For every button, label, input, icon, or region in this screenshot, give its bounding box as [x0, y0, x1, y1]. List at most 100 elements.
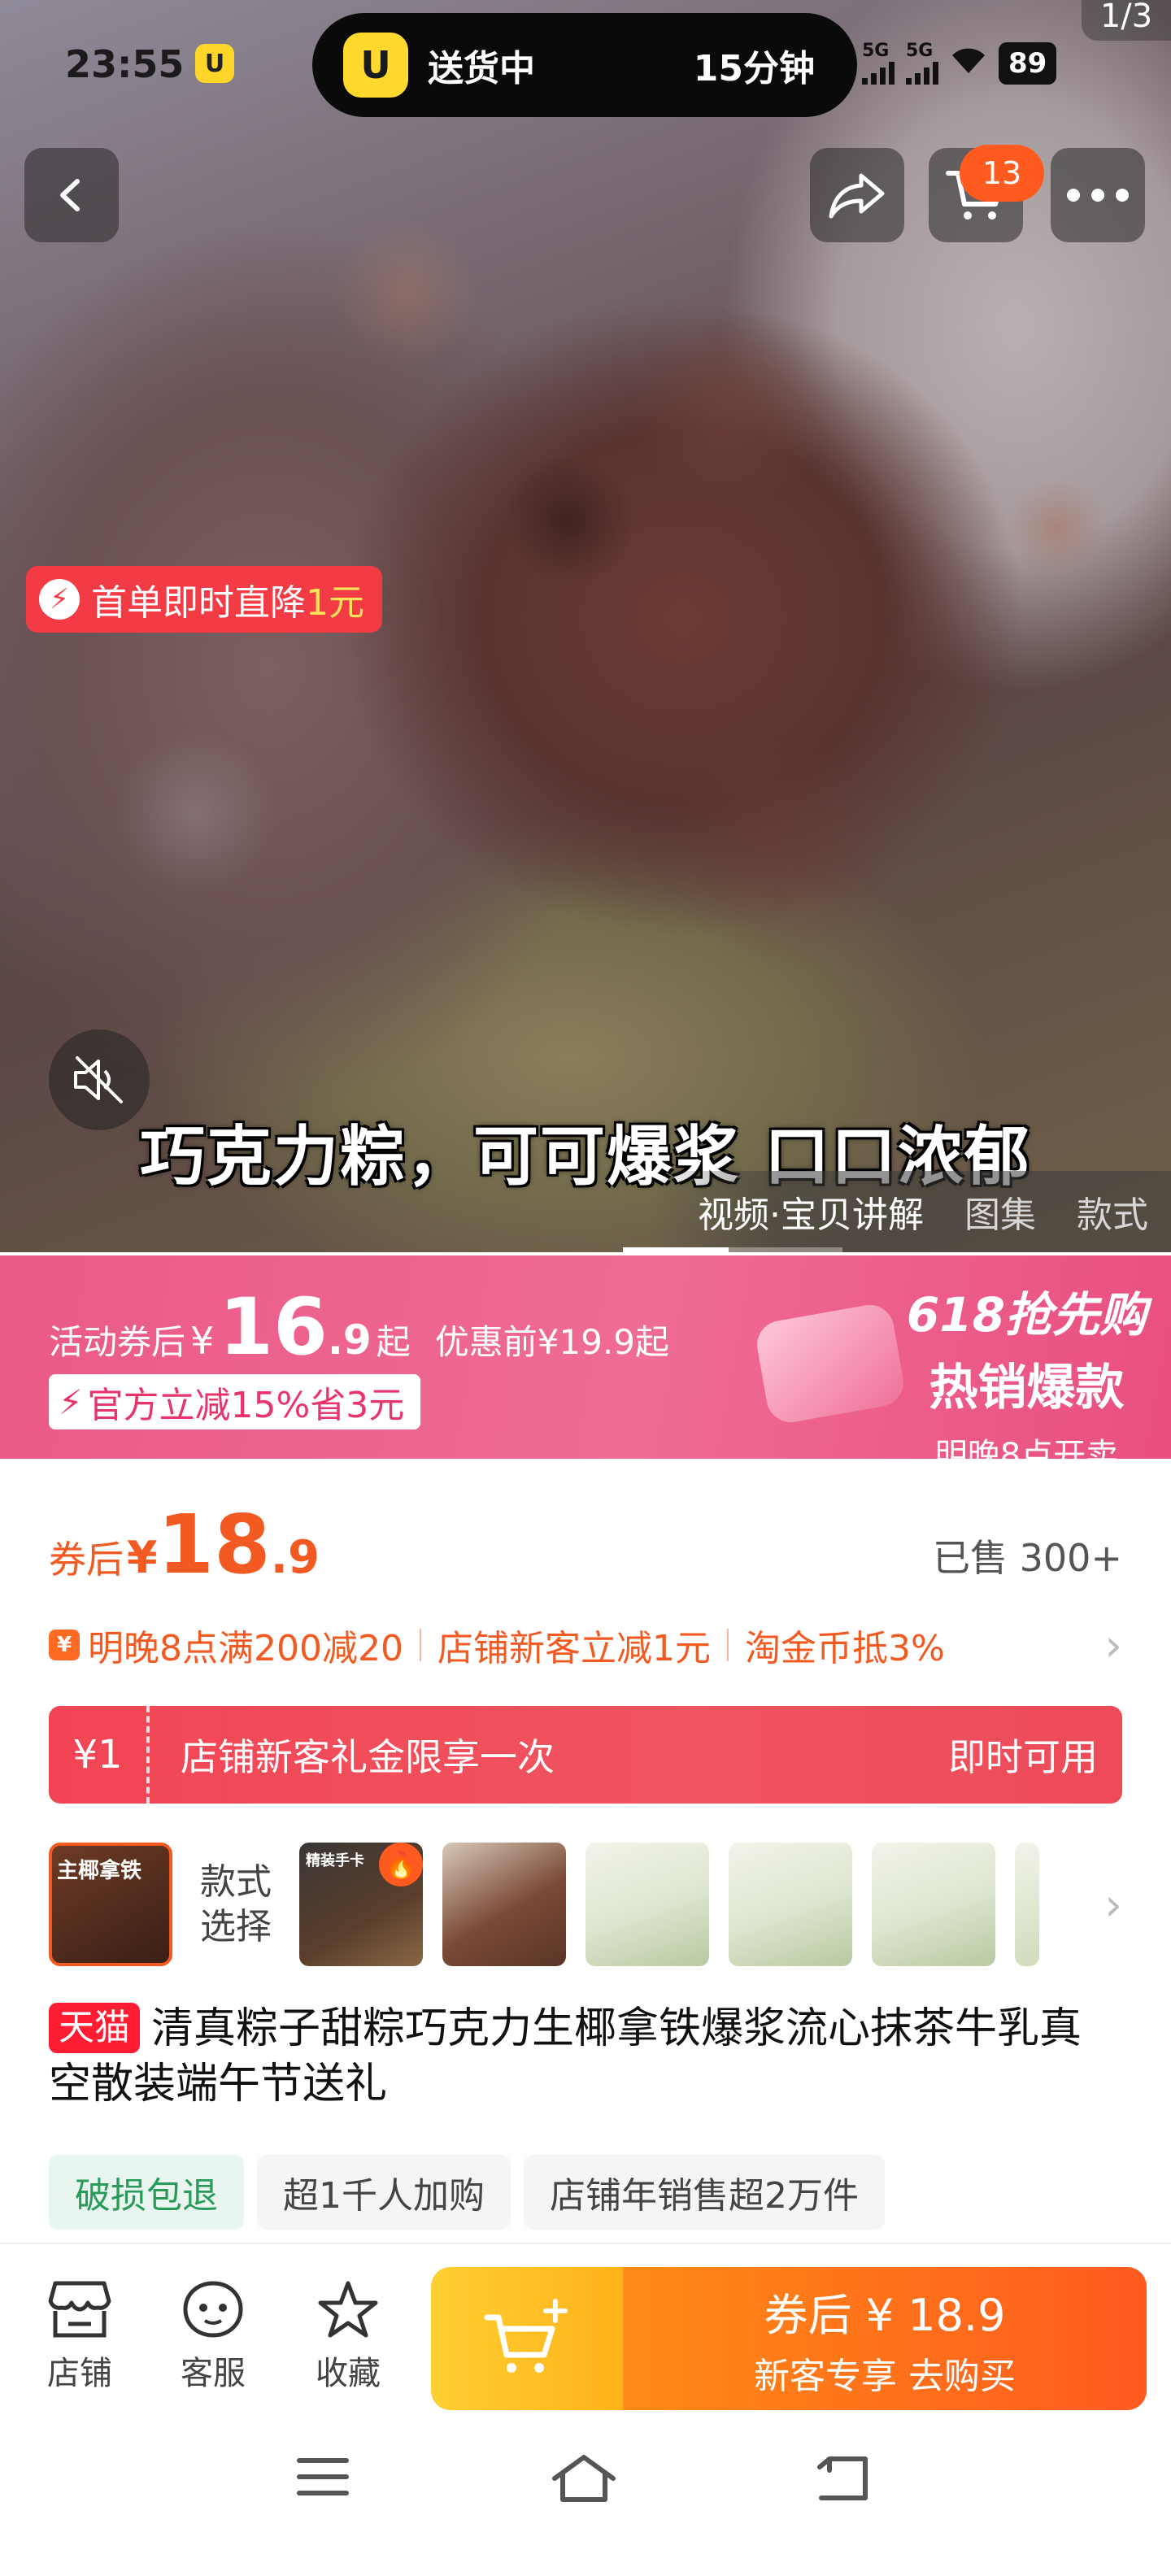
signal-1-label: 5G: [862, 41, 890, 61]
flame-icon: 🔥: [379, 1843, 423, 1886]
buy-now-button[interactable]: 券后 ¥ 18.9 新客专享 去购买: [431, 2267, 1147, 2410]
lightning-icon: ⚡: [39, 579, 80, 620]
buy-subtitle: 新客专享 去购买: [754, 2355, 1016, 2397]
coupon-divider: [146, 1706, 150, 1804]
favorite-label: 收藏: [316, 2355, 381, 2392]
price-currency: ¥: [127, 1532, 158, 1583]
promo-prefix: 活动券后: [49, 1322, 186, 1362]
menu-icon[interactable]: [294, 2452, 351, 2504]
sold-count: 已售 300+: [933, 1536, 1122, 1580]
benefit-item: 淘金币抵3%: [744, 1628, 945, 1669]
variant-selected-thumb[interactable]: 主椰拿铁: [49, 1843, 172, 1966]
signal-icon: 5G: [906, 42, 938, 85]
signal-2-label: 5G: [906, 41, 934, 61]
store-label: 店铺: [47, 2355, 112, 2392]
coupon-icon: ¥: [49, 1630, 80, 1660]
price-int: 18: [157, 1497, 271, 1592]
chevron-left-icon: [60, 179, 80, 211]
battery-icon: 89: [999, 42, 1057, 85]
tab-gallery[interactable]: 图集: [964, 1186, 1036, 1238]
tab-video[interactable]: 视频·宝贝讲解: [698, 1186, 924, 1238]
divider: [419, 1629, 421, 1661]
status-time: 23:55: [65, 42, 185, 86]
promo-price-line: 活动券后 ¥ 16 .9 起 优惠前¥19.9起: [49, 1288, 669, 1366]
product-media-gallery[interactable]: 23:55 U U 送货中 15分钟 5G 5G 89 1/3 13 ⚡ 首单即…: [0, 0, 1171, 1252]
service-tag[interactable]: 破损包退: [49, 2155, 244, 2230]
service-tags: 破损包退 超1千人加购 店铺年销售超2万件: [49, 2155, 885, 2230]
price-dec: .9: [270, 1531, 320, 1584]
bottom-action-bar: 店铺 客服 收藏 券后 ¥ 18.9 新客专享 去购买: [0, 2243, 1171, 2413]
first-order-text: 首单即时直降: [91, 582, 306, 624]
speaker-muted-icon: [74, 1056, 123, 1103]
product-title-text: 清真粽子甜粽巧克力生椰拿铁爆浆流心抹茶牛乳真空散装端午节送礼: [49, 2004, 1082, 2108]
service-label: 客服: [181, 2355, 246, 2392]
promo-price-int: 16: [219, 1281, 328, 1373]
promo-suffix: 起: [376, 1322, 411, 1362]
promo-event-block: 618抢先购 热销爆款 明晚8点开卖: [907, 1277, 1147, 1476]
official-discount-text: 官方立减15%省3元: [87, 1385, 405, 1426]
signal-icon: 5G: [862, 42, 895, 85]
buy-price: 券后 ¥ 18.9: [764, 2289, 1006, 2341]
video-progress-bar[interactable]: [623, 1247, 842, 1252]
add-to-cart-button[interactable]: [431, 2267, 623, 2410]
share-button[interactable]: [810, 148, 904, 242]
delivery-app-icon: U: [343, 33, 408, 98]
chevron-right-icon[interactable]: ›: [1104, 1879, 1122, 1930]
back-button[interactable]: [24, 148, 119, 242]
add-cart-icon: [484, 2299, 568, 2373]
variant-thumb[interactable]: [442, 1843, 566, 1966]
variant-thumb[interactable]: [872, 1843, 995, 1966]
delivery-label: 送货中: [428, 48, 535, 89]
lightning-icon: ⚡: [59, 1382, 83, 1422]
first-order-discount-tag: ⚡ 首单即时直降1元: [26, 566, 382, 633]
product-title: 天猫 清真粽子甜粽巧克力生椰拿铁爆浆流心抹茶牛乳真空散装端午节送礼: [49, 2002, 1122, 2112]
coupon-action[interactable]: 即时可用: [948, 1728, 1098, 1782]
more-button[interactable]: [1051, 148, 1145, 242]
wifi-icon: [950, 46, 987, 81]
coupon-amount: ¥1: [72, 1732, 123, 1778]
home-icon[interactable]: [550, 2452, 618, 2508]
after-coupon-price: 券后 ¥ 18 .9: [49, 1504, 320, 1586]
variant-thumb[interactable]: [1015, 1843, 1039, 1966]
benefits-row[interactable]: ¥ 明晚8点满200减20 店铺新客立减1元 淘金币抵3% ›: [49, 1617, 1122, 1673]
favorite-button[interactable]: 收藏: [291, 2278, 405, 2394]
official-discount-chip: ⚡ 官方立减15%省3元: [49, 1374, 421, 1429]
variant-thumb[interactable]: [729, 1843, 852, 1966]
promo-currency: ¥: [190, 1319, 215, 1363]
back-icon[interactable]: [813, 2452, 872, 2508]
star-icon: [318, 2281, 378, 2338]
new-customer-coupon[interactable]: ¥1 店铺新客礼金限享一次 即时可用: [49, 1706, 1122, 1804]
promo-event-title: 618抢先购: [906, 1287, 1147, 1342]
delivery-status-pill[interactable]: U 送货中 15分钟: [312, 13, 857, 117]
cart-count-badge: 13: [960, 145, 1044, 202]
system-navigation-bar: [0, 2413, 1171, 2576]
tab-styles[interactable]: 款式: [1077, 1186, 1148, 1238]
more-dots-icon: [1067, 189, 1129, 202]
customer-service-button[interactable]: 客服: [156, 2278, 270, 2394]
service-tag[interactable]: 超1千人加购: [257, 2155, 511, 2230]
after-coupon-label: 券后: [49, 1538, 124, 1582]
variant-select-label[interactable]: 款式 选择: [179, 1860, 293, 1949]
buy-main-button[interactable]: 券后 ¥ 18.9 新客专享 去购买: [623, 2267, 1147, 2410]
coupon-text: 店铺新客礼金限享一次: [181, 1735, 555, 1779]
store-button[interactable]: 店铺: [23, 2278, 137, 2394]
promo-original-price: 优惠前¥19.9起: [434, 1322, 669, 1362]
promo-price-dec: .9: [327, 1316, 372, 1364]
video-progress-fill: [623, 1247, 729, 1252]
variant-thumb[interactable]: [586, 1843, 709, 1966]
first-order-amount: 1元: [306, 582, 364, 624]
promo-ticket-graphic: [753, 1301, 908, 1426]
service-tag[interactable]: 店铺年销售超2万件: [524, 2155, 885, 2230]
divider: [726, 1629, 729, 1661]
benefit-item: 明晚8点满200减20: [88, 1628, 403, 1669]
chevron-right-icon[interactable]: ›: [1104, 1620, 1122, 1671]
promo-hot-label: 热销爆款: [929, 1360, 1125, 1416]
share-icon: [829, 173, 885, 219]
customer-service-icon: [183, 2281, 243, 2338]
product-detail-page: 23:55 U U 送货中 15分钟 5G 5G 89 1/3 13 ⚡ 首单即…: [0, 0, 1171, 2576]
variant-thumb[interactable]: 精装手卡 🔥: [299, 1843, 423, 1966]
gallery-page-counter: 1/3: [1082, 0, 1171, 41]
benefit-item: 店铺新客立减1元: [437, 1628, 711, 1669]
variant-thumb-title: 精装手卡: [306, 1852, 364, 1869]
promo-banner[interactable]: 活动券后 ¥ 16 .9 起 优惠前¥19.9起 ⚡ 官方立减15%省3元 61…: [0, 1255, 1171, 1474]
